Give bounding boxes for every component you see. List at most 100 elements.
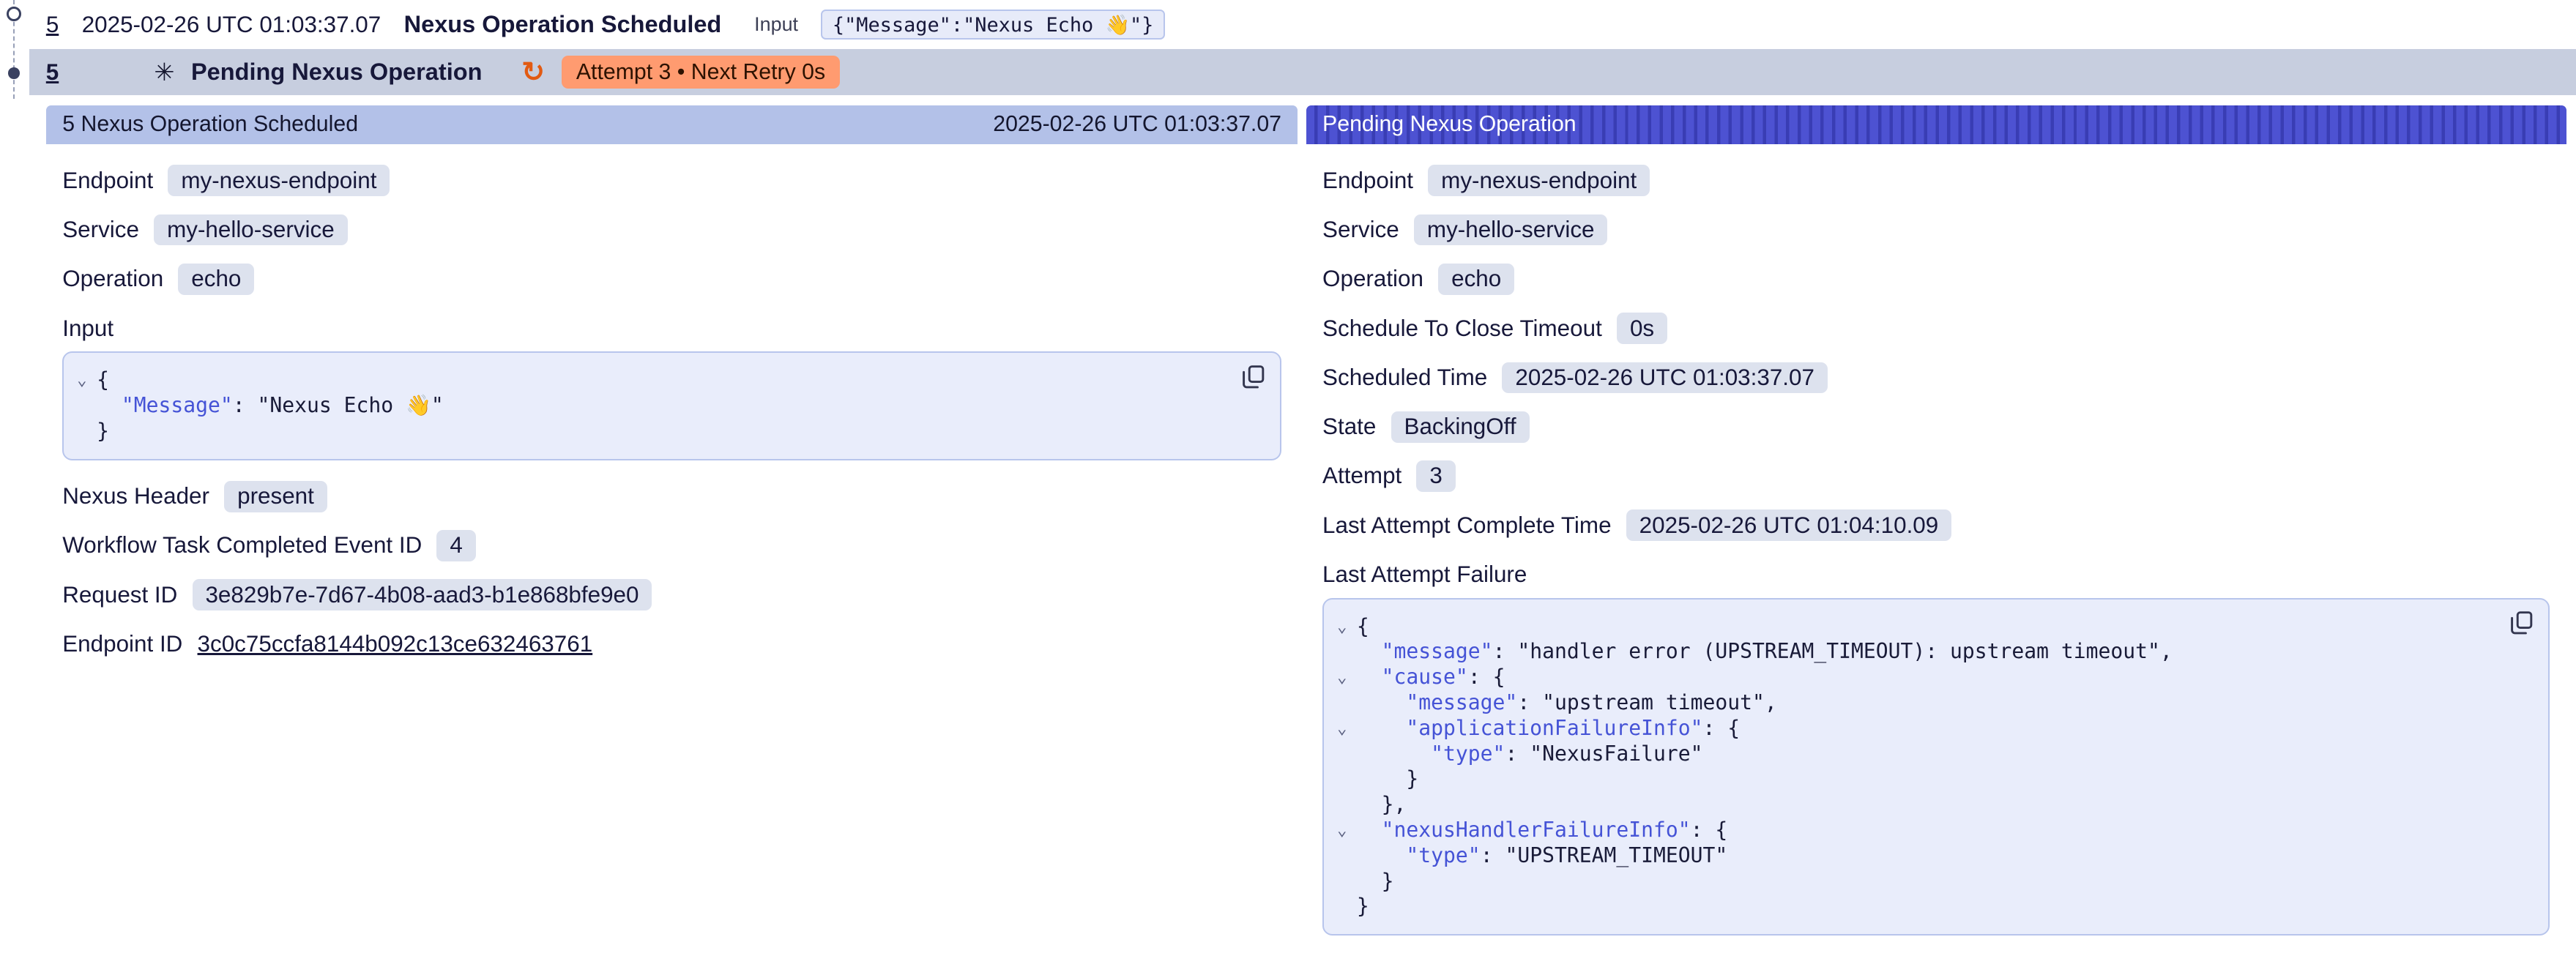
code-text: "applicationFailureInfo": { xyxy=(1357,716,1740,742)
field-last-attempt-complete-time: Last Attempt Complete Time 2025-02-26 UT… xyxy=(1322,509,2550,542)
field-value-chip: echo xyxy=(178,264,254,295)
field-label: State xyxy=(1322,414,1376,440)
timeline-start-circle-icon xyxy=(7,7,21,21)
field-label: Nexus Header xyxy=(62,483,209,509)
fold-gutter-spacer xyxy=(1328,843,1357,869)
field-value-chip: my-nexus-endpoint xyxy=(1428,165,1650,196)
field-endpoint-id: Endpoint ID 3c0c75ccfa8144b092c13ce63246… xyxy=(62,628,1281,661)
field-label: Endpoint xyxy=(62,168,153,194)
field-value-chip: 3e829b7e-7d67-4b08-aad3-b1e868bfe9e0 xyxy=(193,579,652,610)
field-label: Workflow Task Completed Event ID xyxy=(62,532,422,559)
code-line: } xyxy=(1328,869,2503,895)
field-value-chip: BackingOff xyxy=(1391,411,1530,443)
field-label: Operation xyxy=(1322,266,1423,292)
code-text: "message": "upstream timeout", xyxy=(1357,690,1777,716)
code-text: } xyxy=(1357,894,1369,919)
failure-json-viewer: ⌄{ "message": "handler error (UPSTREAM_T… xyxy=(1322,598,2550,936)
field-value-chip: 2025-02-26 UTC 01:03:37.07 xyxy=(1502,362,1827,394)
field-schedule-to-close-timeout: Schedule To Close Timeout 0s xyxy=(1322,312,2550,345)
event-timestamp: 2025-02-26 UTC 01:03:37.07 xyxy=(82,12,381,38)
field-value-chip: present xyxy=(224,481,327,512)
code-text: }, xyxy=(1357,792,1407,818)
code-text: } xyxy=(1357,766,1418,792)
field-value-chip: 3 xyxy=(1416,460,1455,492)
code-text: "cause": { xyxy=(1357,665,1505,690)
event-history-view: 5 2025-02-26 UTC 01:03:37.07 Nexus Opera… xyxy=(0,0,2576,956)
field-endpoint: Endpoint my-nexus-endpoint xyxy=(1322,164,2550,197)
code-line: } xyxy=(1328,894,2503,919)
field-value-chip: 4 xyxy=(436,530,475,561)
field-workflow-task-completed-event-id: Workflow Task Completed Event ID 4 xyxy=(62,529,1281,562)
fold-chevron-icon[interactable]: ⌄ xyxy=(1328,818,1357,843)
code-text: "type": "NexusFailure" xyxy=(1357,742,1703,767)
field-scheduled-time: Scheduled Time 2025-02-26 UTC 01:03:37.0… xyxy=(1322,361,2550,394)
event-row-pending[interactable]: 5 ✳ Pending Nexus Operation ↻ Attempt 3 … xyxy=(29,49,2576,95)
copy-icon[interactable] xyxy=(1240,365,1267,391)
fold-chevron-icon[interactable]: ⌄ xyxy=(1328,614,1357,640)
field-label: Service xyxy=(1322,217,1399,243)
panel-title: Pending Nexus Operation xyxy=(1322,112,1577,137)
event-timeline xyxy=(0,0,29,102)
scheduled-panel-body: Endpoint my-nexus-endpoint Service my-he… xyxy=(46,144,1298,690)
field-request-id: Request ID 3e829b7e-7d67-4b08-aad3-b1e86… xyxy=(62,578,1281,611)
field-endpoint: Endpoint my-nexus-endpoint xyxy=(62,164,1281,197)
fold-gutter-spacer xyxy=(1328,690,1357,716)
field-attempt: Attempt 3 xyxy=(1322,460,2550,493)
scheduled-event-panel: 5 Nexus Operation Scheduled 2025-02-26 U… xyxy=(46,105,1298,690)
code-text: "message": "handler error (UPSTREAM_TIME… xyxy=(1357,639,2173,665)
code-text: { xyxy=(97,367,109,393)
event-row-scheduled[interactable]: 5 2025-02-26 UTC 01:03:37.07 Nexus Opera… xyxy=(0,0,2576,49)
fold-gutter-spacer xyxy=(1328,742,1357,767)
code-line: }, xyxy=(1328,792,2503,818)
pending-operation-panel: Pending Nexus Operation Endpoint my-nexu… xyxy=(1306,105,2566,956)
code-line: "Message": "Nexus Echo 👋" xyxy=(67,393,1234,419)
nexus-star-icon: ✳ xyxy=(154,58,174,87)
code-line: } xyxy=(1328,766,2503,792)
input-section-label: Input xyxy=(62,315,1281,342)
field-operation: Operation echo xyxy=(62,263,1281,296)
input-label: Input xyxy=(754,13,798,36)
field-operation: Operation echo xyxy=(1322,263,2550,296)
code-line: ⌄ "cause": { xyxy=(1328,665,2503,690)
code-line: ⌄{ xyxy=(67,367,1234,393)
field-value-chip: 0s xyxy=(1617,313,1667,344)
fold-gutter-spacer xyxy=(1328,792,1357,818)
last-attempt-failure-label: Last Attempt Failure xyxy=(1322,561,2550,588)
field-label: Scheduled Time xyxy=(1322,365,1487,391)
fold-gutter-spacer xyxy=(67,393,97,419)
field-nexus-header: Nexus Header present xyxy=(62,480,1281,513)
code-text: } xyxy=(97,419,109,444)
panel-timestamp: 2025-02-26 UTC 01:03:37.07 xyxy=(993,112,1281,137)
fold-chevron-icon[interactable]: ⌄ xyxy=(67,367,97,393)
code-line: ⌄{ xyxy=(1328,614,2503,640)
code-line: "message": "handler error (UPSTREAM_TIME… xyxy=(1328,639,2503,665)
fold-gutter-spacer xyxy=(67,419,97,444)
code-line: "message": "upstream timeout", xyxy=(1328,690,2503,716)
field-value-chip: my-hello-service xyxy=(154,214,348,246)
field-value-chip: echo xyxy=(1438,264,1514,295)
pending-event-title: Pending Nexus Operation xyxy=(191,59,482,86)
input-json-viewer: ⌄{ "Message": "Nexus Echo 👋"} xyxy=(62,351,1281,460)
fold-chevron-icon[interactable]: ⌄ xyxy=(1328,665,1357,690)
panel-title: 5 Nexus Operation Scheduled xyxy=(62,112,358,137)
fold-gutter-spacer xyxy=(1328,869,1357,895)
endpoint-id-link[interactable]: 3c0c75ccfa8144b092c13ce632463761 xyxy=(198,631,593,657)
event-id-link[interactable]: 5 xyxy=(46,12,59,38)
event-id-link[interactable]: 5 xyxy=(46,59,59,86)
field-value-chip: my-nexus-endpoint xyxy=(168,165,390,196)
code-text: { xyxy=(1357,614,1369,640)
scheduled-panel-header: 5 Nexus Operation Scheduled 2025-02-26 U… xyxy=(46,105,1298,145)
pending-panel-body: Endpoint my-nexus-endpoint Service my-he… xyxy=(1306,144,2566,955)
event-detail-panels: 5 Nexus Operation Scheduled 2025-02-26 U… xyxy=(46,105,2566,956)
event-title: Nexus Operation Scheduled xyxy=(404,11,722,38)
code-line: ⌄ "applicationFailureInfo": { xyxy=(1328,716,2503,742)
pending-panel-header: Pending Nexus Operation xyxy=(1306,105,2566,145)
field-state: State BackingOff xyxy=(1322,411,2550,444)
fold-chevron-icon[interactable]: ⌄ xyxy=(1328,716,1357,742)
code-text: } xyxy=(1357,869,1394,895)
field-label: Request ID xyxy=(62,582,177,608)
copy-icon[interactable] xyxy=(2509,610,2535,637)
input-preview-chip[interactable]: {"Message":"Nexus Echo 👋"} xyxy=(821,10,1164,39)
field-label: Endpoint xyxy=(1322,168,1413,194)
code-text: "type": "UPSTREAM_TIMEOUT" xyxy=(1357,843,1727,869)
